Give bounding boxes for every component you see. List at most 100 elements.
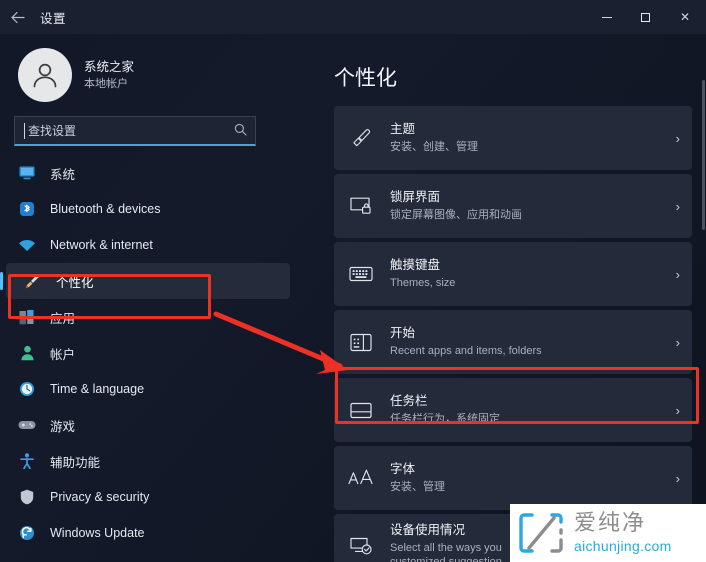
sidebar-item-windows-update[interactable]: Windows Update <box>0 515 290 551</box>
search-input[interactable] <box>25 123 230 138</box>
settings-card-themes[interactable]: 主题 安装、创建、管理 › <box>334 106 692 170</box>
settings-card-list: 主题 安装、创建、管理 › 锁屏界面 锁定屏幕图像、应用和动画 › 触摸键盘 T… <box>300 106 706 562</box>
sidebar-item-label: 应用 <box>50 311 76 326</box>
watermark: 爱纯净 aichunjing.com <box>510 504 706 562</box>
card-text: 锁屏界面 锁定屏幕图像、应用和动画 <box>390 189 668 223</box>
sidebar-item-privacy-security[interactable]: Privacy & security <box>0 479 290 515</box>
avatar <box>18 48 72 102</box>
sidebar-item-label: 帐户 <box>50 347 76 362</box>
settings-card-fonts[interactable]: 字体 安装、管理 › <box>334 446 692 510</box>
maximize-icon <box>640 12 650 22</box>
account-text: 系统之家 本地帐户 <box>84 59 134 92</box>
card-subtitle: 安装、管理 <box>390 481 445 494</box>
shield-icon <box>18 488 36 506</box>
sidebar-item-label: Windows Update <box>50 526 145 540</box>
window-title: 设置 <box>40 11 67 26</box>
apps-icon <box>18 308 36 326</box>
start-menu-icon <box>348 329 374 355</box>
back-button[interactable] <box>0 0 34 34</box>
update-refresh-icon <box>18 524 36 542</box>
taskbar-icon <box>348 397 374 423</box>
minimize-icon <box>602 16 612 18</box>
card-text: 主题 安装、创建、管理 <box>390 121 668 155</box>
card-title: 任务栏 <box>390 394 428 409</box>
watermark-text: 爱纯净 aichunjing.com <box>574 511 672 554</box>
close-icon: ✕ <box>679 10 691 24</box>
chevron-right-icon: › <box>675 470 680 486</box>
sidebar-item-bluetooth-devices[interactable]: Bluetooth & devices <box>0 191 290 227</box>
personalization-brush-icon <box>24 272 42 290</box>
sidebar-nav-list: 系统 Bluetooth & devices Network & interne… <box>0 155 300 551</box>
paintbrush-icon <box>348 125 374 151</box>
watermark-url: aichunjing.com <box>574 538 672 554</box>
settings-card-start[interactable]: 开始 Recent apps and items, folders › <box>334 310 692 374</box>
wifi-icon <box>18 236 36 254</box>
search-icon <box>234 123 247 138</box>
card-subtitle: Themes, size <box>390 277 456 290</box>
sidebar-item-time-language[interactable]: Time & language <box>0 371 290 407</box>
sidebar-item-system[interactable]: 系统 <box>0 155 290 191</box>
sidebar-item-network-internet[interactable]: Network & internet <box>0 227 290 263</box>
sidebar-item-label: Privacy & security <box>50 490 150 504</box>
maximize-button[interactable] <box>626 0 664 34</box>
back-arrow-icon <box>10 11 25 23</box>
card-subtitle: 锁定屏幕图像、应用和动画 <box>390 209 522 222</box>
clock-icon <box>18 380 36 398</box>
chevron-right-icon: › <box>675 198 680 214</box>
window-controls: ✕ <box>588 0 706 34</box>
card-subtitle: 安装、创建、管理 <box>390 141 478 154</box>
sidebar-item-accessibility[interactable]: 辅助功能 <box>0 443 290 479</box>
close-button[interactable]: ✕ <box>664 0 706 34</box>
bluetooth-icon <box>18 200 36 218</box>
fonts-aa-icon <box>348 465 374 491</box>
user-avatar-icon <box>33 63 57 88</box>
title-bar: 设置 ✕ <box>0 0 706 34</box>
sidebar: 系统之家 本地帐户 查找设置 系统 Bluetooth & devices Ne… <box>0 34 300 562</box>
chevron-right-icon: › <box>675 130 680 146</box>
card-title: 锁屏界面 <box>390 190 441 205</box>
sidebar-item-gaming[interactable]: 游戏 <box>0 407 290 443</box>
gaming-controller-icon <box>18 416 36 434</box>
accounts-person-icon <box>18 344 36 362</box>
sidebar-item-label: 辅助功能 <box>50 455 101 470</box>
sidebar-item-label: 个性化 <box>56 275 94 290</box>
search-box[interactable] <box>14 116 256 146</box>
card-title: 开始 <box>390 326 416 341</box>
account-name: 系统之家 <box>84 59 135 74</box>
main-content: 个性化 主题 安装、创建、管理 › 锁屏界面 锁定屏幕图像、应用和动画 › 触摸… <box>300 34 706 562</box>
page-title: 个性化 <box>334 67 397 90</box>
watermark-brand-cn: 爱纯净 <box>574 511 647 536</box>
card-text: 任务栏 任务栏行为，系统固定 <box>390 393 668 427</box>
settings-card-lock-screen[interactable]: 锁屏界面 锁定屏幕图像、应用和动画 › <box>334 174 692 238</box>
sidebar-item-label: 游戏 <box>50 419 76 434</box>
device-usage-icon <box>348 533 374 559</box>
settings-window: 设置 ✕ 系统之家 本地帐户 查找设置 系统 Bluetooth & devic… <box>0 0 706 562</box>
text-caret <box>24 123 25 139</box>
card-subtitle: 任务栏行为，系统固定 <box>390 413 500 426</box>
chevron-right-icon: › <box>675 266 680 282</box>
card-text: 开始 Recent apps and items, folders <box>390 325 668 359</box>
card-text: 触摸键盘 Themes, size <box>390 257 668 291</box>
sidebar-item-label: Network & internet <box>50 238 153 252</box>
card-text: 字体 安装、管理 <box>390 461 668 495</box>
sidebar-item-apps[interactable]: 应用 <box>0 299 290 335</box>
card-subtitle: Recent apps and items, folders <box>390 345 542 358</box>
sidebar-item-label: Bluetooth & devices <box>50 202 161 216</box>
minimize-button[interactable] <box>588 0 626 34</box>
card-title: 触摸键盘 <box>390 258 441 273</box>
account-block[interactable]: 系统之家 本地帐户 <box>0 34 300 114</box>
accessibility-icon <box>18 452 36 470</box>
lock-screen-icon <box>348 193 374 219</box>
chevron-right-icon: › <box>675 334 680 350</box>
account-type: 本地帐户 <box>84 77 128 90</box>
settings-card-touch-keyboard[interactable]: 触摸键盘 Themes, size › <box>334 242 692 306</box>
chevron-right-icon: › <box>675 402 680 418</box>
sidebar-item-accounts[interactable]: 帐户 <box>0 335 290 371</box>
settings-card-taskbar[interactable]: 任务栏 任务栏行为，系统固定 › <box>334 378 692 442</box>
sidebar-item-personalization[interactable]: 个性化 <box>0 263 290 299</box>
aichunjing-logo-icon <box>519 513 563 553</box>
scrollbar-track[interactable] <box>702 80 705 550</box>
scrollbar-thumb[interactable] <box>702 80 705 230</box>
card-title: 主题 <box>390 122 416 137</box>
card-title: 字体 <box>390 462 416 477</box>
